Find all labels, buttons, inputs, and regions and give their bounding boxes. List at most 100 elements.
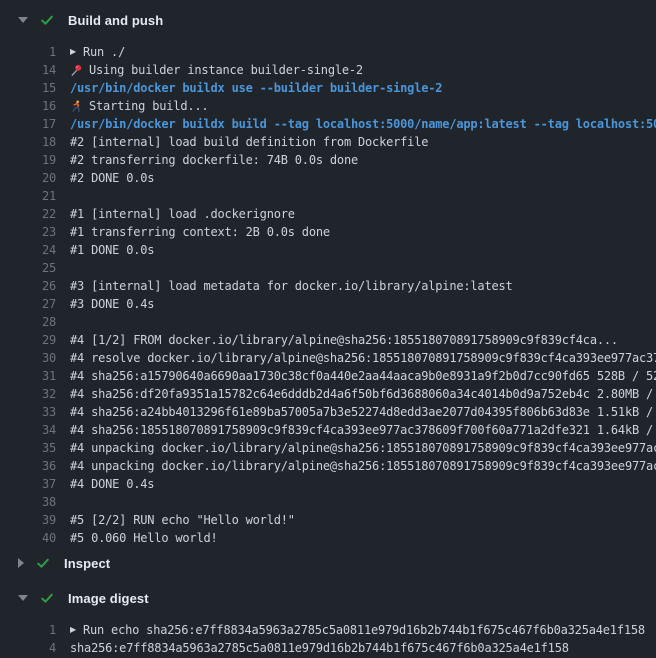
section-title: Build and push (68, 13, 163, 28)
log-line: 31 #4 sha256:a15790640a6690aa1730c38cf0a4… (0, 367, 656, 385)
log-line: 22 #1 [internal] load .dockerignore (0, 205, 656, 223)
log-text-content: sha256:e7ff8834a5963a2785c5a0811e979d16b… (70, 639, 569, 657)
line-number[interactable]: 39 (0, 511, 56, 529)
log-text-content: #1 transferring context: 2B 0.0s done (70, 223, 330, 241)
log-text: sha256:e7ff8834a5963a2785c5a0811e979d16b… (70, 639, 569, 657)
line-number[interactable]: 18 (0, 133, 56, 151)
log-line: 18 #2 [internal] load build definition fr… (0, 133, 656, 151)
line-number[interactable]: 4 (0, 639, 56, 657)
log-text-content: #5 [2/2] RUN echo "Hello world!" (70, 511, 295, 529)
log-line: 33#4 sha256:a24bb4013296f61e89ba57005a7b… (0, 403, 656, 421)
log-line: 29 #4 [1/2] FROM docker.io/library/alpine… (0, 331, 656, 349)
line-number[interactable]: 23 (0, 223, 56, 241)
line-number[interactable]: 28 (0, 313, 56, 331)
log-line: 24#1 DONE 0.0s (0, 241, 656, 259)
log-text: #4 resolve docker.io/library/alpine@sha2… (70, 349, 656, 367)
pushpin-icon (70, 64, 83, 77)
log-text: #1 transferring context: 2B 0.0s done (70, 223, 330, 241)
line-number[interactable]: 26 (0, 277, 56, 295)
chevron-down-icon[interactable] (18, 17, 28, 23)
line-number[interactable]: 31 (0, 367, 56, 385)
line-number[interactable]: 32 (0, 385, 56, 403)
line-number[interactable]: 17 (0, 115, 56, 133)
line-number[interactable]: 36 (0, 457, 56, 475)
line-number[interactable]: 37 (0, 475, 56, 493)
log-text-content: /usr/bin/docker buildx use --builder bui… (70, 79, 442, 97)
log-line: 40 #5 0.060 Hello world! (0, 529, 656, 547)
runner-icon (70, 100, 83, 113)
log-text: #4 DONE 0.4s (70, 475, 154, 493)
log-line: 36 #4 unpacking docker.io/library/alpine@… (0, 457, 656, 475)
log-text-content: #4 sha256:a15790640a6690aa1730c38cf0a440… (70, 367, 656, 385)
section-header-image-digest[interactable]: Image digest (0, 588, 656, 608)
section-header-build-and-push[interactable]: Build and push (0, 10, 656, 30)
line-number[interactable]: 38 (0, 493, 56, 511)
log-line: 35 #4 unpacking docker.io/library/alpine@… (0, 439, 656, 457)
log-text: Starting build... (70, 97, 208, 115)
log-line: 14 Using builder instance builder-single-… (0, 61, 656, 79)
log-text-content: #4 resolve docker.io/library/alpine@sha2… (70, 349, 656, 367)
line-number[interactable]: 22 (0, 205, 56, 223)
log-text: #4 [1/2] FROM docker.io/library/alpine@s… (70, 331, 618, 349)
log-text-content: #4 sha256:df20fa9351a15782c64e6dddb2d4a6… (70, 385, 656, 403)
log-text: #4 unpacking docker.io/library/alpine@sh… (70, 457, 656, 475)
log-text: #3 DONE 0.4s (70, 295, 154, 313)
section-image-digest: Image digest 1 ▶ Run echo sha256:e7ff8834a5… (0, 588, 656, 657)
log-text-content: #1 [internal] load .dockerignore (70, 205, 295, 223)
line-number[interactable]: 25 (0, 259, 56, 277)
line-number[interactable]: 20 (0, 169, 56, 187)
line-number[interactable]: 21 (0, 187, 56, 205)
line-number[interactable]: 40 (0, 529, 56, 547)
log-text: #3 [internal] load metadata for docker.i… (70, 277, 513, 295)
line-number[interactable]: 14 (0, 61, 56, 79)
log-text-content: #4 unpacking docker.io/library/alpine@sh… (70, 457, 656, 475)
log-line: 30 #4 resolve docker.io/library/alpine@sh… (0, 349, 656, 367)
log-text: ▶ Run echo sha256:e7ff8834a5963a2785c5a08… (70, 621, 645, 639)
log-line: 28 (0, 313, 656, 331)
log-line: 34 #4 sha256:185518070891758909c9f839cf4c… (0, 421, 656, 439)
run-expand-icon[interactable]: ▶ (70, 621, 76, 639)
log-text: #4 sha256:185518070891758909c9f839cf4ca3… (70, 421, 656, 439)
log-text-content: #2 DONE 0.0s (70, 169, 154, 187)
line-number[interactable]: 34 (0, 421, 56, 439)
log-text-content: Run ./ (83, 43, 125, 61)
section-build-and-push: Build and push 1 ▶ Run ./ 14 Using builder in… (0, 10, 656, 547)
line-number[interactable]: 19 (0, 151, 56, 169)
section-title: Inspect (64, 556, 110, 571)
line-number[interactable]: 1 (0, 621, 56, 639)
log-text-content: #4 sha256:185518070891758909c9f839cf4ca3… (70, 421, 656, 439)
line-number[interactable]: 24 (0, 241, 56, 259)
log-text: #1 [internal] load .dockerignore (70, 205, 295, 223)
chevron-down-icon[interactable] (18, 595, 28, 601)
line-number[interactable]: 1 (0, 43, 56, 61)
log-text: #5 0.060 Hello world! (70, 529, 218, 547)
log-text-content: Using builder instance builder-single-2 (89, 61, 363, 79)
log-text: #2 [internal] load build definition from… (70, 133, 428, 151)
log-text: #4 sha256:df20fa9351a15782c64e6dddb2d4a6… (70, 385, 656, 403)
log-lines: 1 ▶ Run echo sha256:e7ff8834a5963a2785c5a0… (0, 621, 656, 657)
section-header-inspect[interactable]: Inspect (0, 553, 656, 573)
log-line: 19 #2 transferring dockerfile: 74B 0.0s d… (0, 151, 656, 169)
log-text-content: #4 unpacking docker.io/library/alpine@sh… (70, 439, 656, 457)
line-number[interactable]: 27 (0, 295, 56, 313)
log-text-content: #3 [internal] load metadata for docker.i… (70, 277, 513, 295)
section-title: Image digest (68, 591, 149, 606)
line-number[interactable]: 29 (0, 331, 56, 349)
line-number[interactable]: 15 (0, 79, 56, 97)
line-number[interactable]: 16 (0, 97, 56, 115)
log-text-content: #2 [internal] load build definition from… (70, 133, 428, 151)
line-number[interactable]: 35 (0, 439, 56, 457)
log-line: 17/usr/bin/docker buildx build --tag loc… (0, 115, 656, 133)
log-line: 27 #3 DONE 0.4s (0, 295, 656, 313)
log-text: #4 unpacking docker.io/library/alpine@sh… (70, 439, 656, 457)
run-expand-icon[interactable]: ▶ (70, 43, 76, 61)
workflow-log-viewer: Build and push1▶Run ./14Using builder in… (0, 0, 656, 658)
line-number[interactable]: 30 (0, 349, 56, 367)
log-text-content: #2 transferring dockerfile: 74B 0.0s don… (70, 151, 358, 169)
log-text: ▶ Run ./ (70, 43, 125, 61)
log-text-content: Run echo sha256:e7ff8834a5963a2785c5a081… (83, 621, 645, 639)
log-text: #2 transferring dockerfile: 74B 0.0s don… (70, 151, 358, 169)
log-line: 4 sha256:e7ff8834a5963a2785c5a0811e979d16… (0, 639, 656, 657)
chevron-right-icon[interactable] (18, 558, 24, 568)
line-number[interactable]: 33 (0, 403, 56, 421)
